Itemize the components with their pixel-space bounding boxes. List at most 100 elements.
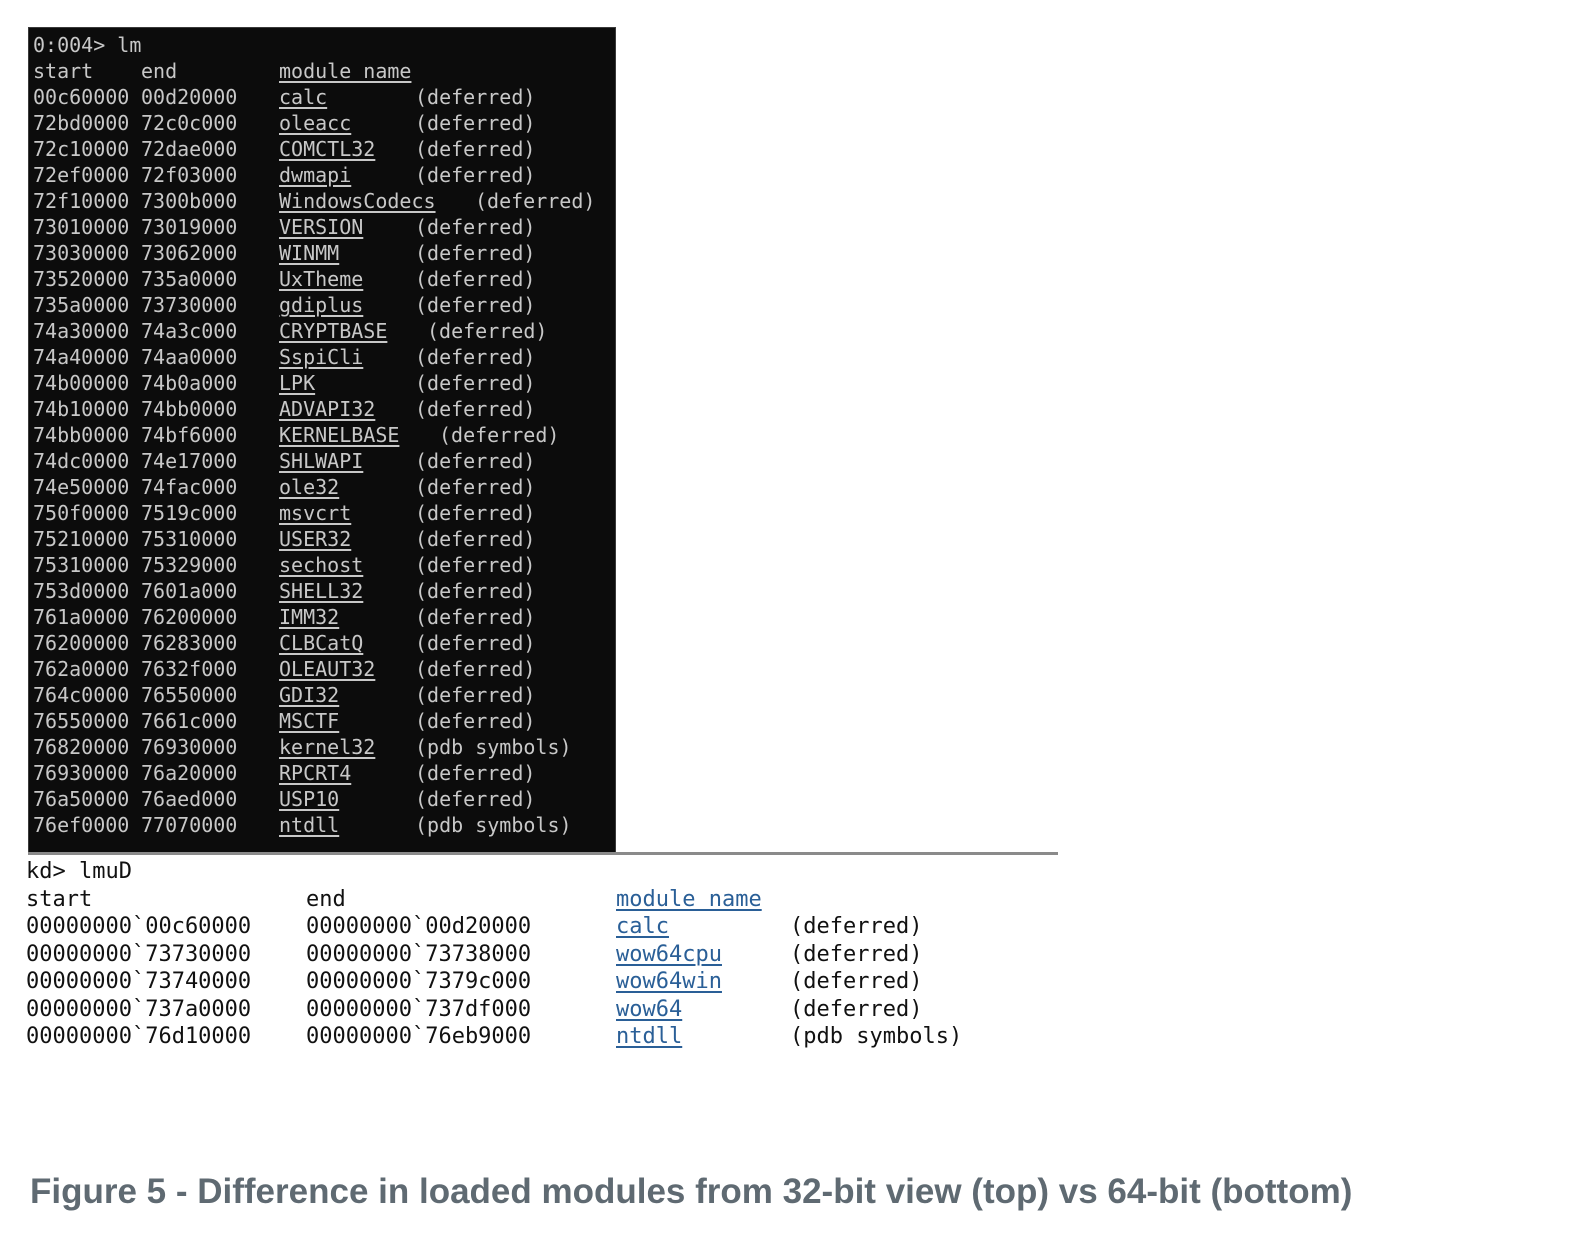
- module-link[interactable]: USER32: [279, 526, 351, 552]
- module-link[interactable]: oleacc: [279, 110, 351, 136]
- row-status: (deferred): [415, 605, 536, 629]
- console-prompt-line: 0:004> lm: [33, 32, 615, 58]
- row-end: 7601a000: [141, 579, 238, 603]
- module-link[interactable]: LPK: [279, 370, 315, 396]
- module-link[interactable]: sechost: [279, 552, 363, 578]
- row-start: 74b00000: [33, 371, 130, 395]
- kd-row-start: 00000000`00c60000: [26, 914, 252, 939]
- kd-module-link[interactable]: ntdll: [616, 1023, 682, 1051]
- row-status: (deferred): [427, 319, 548, 343]
- module-link[interactable]: UxTheme: [279, 266, 363, 292]
- module-row: 73520000 735a0000 UxTheme (deferred): [33, 266, 615, 292]
- module-link[interactable]: ADVAPI32: [279, 396, 375, 422]
- module-row: 74b00000 74b0a000 LPK (deferred): [33, 370, 615, 396]
- row-status: (deferred): [415, 449, 536, 473]
- console-prompt: 0:004> lm: [33, 33, 142, 57]
- row-status: (deferred): [415, 553, 536, 577]
- module-link[interactable]: SHLWAPI: [279, 448, 363, 474]
- module-link[interactable]: gdiplus: [279, 292, 363, 318]
- row-end: 74b0a000: [141, 371, 238, 395]
- console-32bit: 0:004> lm start end module name 00c60000…: [28, 27, 616, 853]
- module-row: 76ef0000 77070000 ntdll (pdb symbols): [33, 812, 615, 838]
- module-row: 76820000 76930000 kernel32 (pdb symbols): [33, 734, 615, 760]
- module-row: 72bd0000 72c0c000 oleacc (deferred): [33, 110, 615, 136]
- module-row: 76200000 76283000 CLBCatQ (deferred): [33, 630, 615, 656]
- module-link[interactable]: msvcrt: [279, 500, 351, 526]
- module-link[interactable]: COMCTL32: [279, 136, 375, 162]
- module-link[interactable]: ntdll: [279, 812, 339, 838]
- kd-module-link[interactable]: wow64cpu: [616, 941, 722, 969]
- row-end: 72c0c000: [141, 111, 238, 135]
- module-link[interactable]: kernel32: [279, 734, 375, 760]
- row-start: 762a0000: [33, 657, 130, 681]
- row-status: (deferred): [415, 293, 536, 317]
- row-status: (deferred): [415, 527, 536, 551]
- row-start: 735a0000: [33, 293, 130, 317]
- header-module-name-link[interactable]: module name: [279, 58, 411, 84]
- row-end: 72dae000: [141, 137, 238, 161]
- row-start: 72c10000: [33, 137, 130, 161]
- module-link[interactable]: OLEAUT32: [279, 656, 375, 682]
- row-start: 76ef0000: [33, 813, 130, 837]
- module-link[interactable]: GDI32: [279, 682, 339, 708]
- module-row: 76930000 76a20000 RPCRT4 (deferred): [33, 760, 615, 786]
- kd-header-start: start: [26, 886, 93, 912]
- header-start: start: [33, 59, 94, 83]
- module-link[interactable]: USP10: [279, 786, 339, 812]
- module-row: 76a50000 76aed000 USP10 (deferred): [33, 786, 615, 812]
- kd-module-link[interactable]: calc: [616, 913, 669, 941]
- kd-module-link[interactable]: wow64: [616, 996, 682, 1024]
- module-row: 73030000 73062000 WINMM (deferred): [33, 240, 615, 266]
- row-status: (pdb symbols): [415, 735, 572, 759]
- module-link[interactable]: IMM32: [279, 604, 339, 630]
- kd-prompt: kd> lmuD: [26, 859, 132, 884]
- module-row: 00c60000 00d20000 calc (deferred): [33, 84, 615, 110]
- kd-row-status: (deferred): [790, 941, 923, 967]
- console-header-row: start end module name: [33, 58, 615, 84]
- row-status: (deferred): [415, 111, 536, 135]
- module-link[interactable]: calc: [279, 84, 327, 110]
- module-link[interactable]: KERNELBASE: [279, 422, 399, 448]
- module-link[interactable]: dwmapi: [279, 162, 351, 188]
- row-start: 76550000: [33, 709, 130, 733]
- module-link[interactable]: VERSION: [279, 214, 363, 240]
- row-end: 75310000: [141, 527, 238, 551]
- module-link[interactable]: MSCTF: [279, 708, 339, 734]
- row-end: 72f03000: [141, 163, 238, 187]
- row-status: (deferred): [415, 137, 536, 161]
- row-end: 77070000: [141, 813, 238, 837]
- kd-header-row: start end module name: [26, 886, 1066, 914]
- row-end: 74aa0000: [141, 345, 238, 369]
- row-status: (deferred): [415, 163, 536, 187]
- row-start: 761a0000: [33, 605, 130, 629]
- module-row: 761a0000 76200000 IMM32 (deferred): [33, 604, 615, 630]
- row-end: 74bb0000: [141, 397, 238, 421]
- kd-module-link[interactable]: wow64win: [616, 968, 722, 996]
- module-link[interactable]: SspiCli: [279, 344, 363, 370]
- row-start: 753d0000: [33, 579, 130, 603]
- module-row: 74b10000 74bb0000 ADVAPI32 (deferred): [33, 396, 615, 422]
- kd-rows: 00000000`00c60000 00000000`00d20000 calc (d…: [26, 913, 1066, 1051]
- module-link[interactable]: WINMM: [279, 240, 339, 266]
- module-link[interactable]: WindowsCodecs: [279, 188, 436, 214]
- module-link[interactable]: ole32: [279, 474, 339, 500]
- module-row: 74e50000 74fac000 ole32 (deferred): [33, 474, 615, 500]
- module-link[interactable]: SHELL32: [279, 578, 363, 604]
- kd-prompt-line: kd> lmuD: [26, 858, 1066, 886]
- module-link[interactable]: CRYPTBASE: [279, 318, 387, 344]
- kd-row-status: (deferred): [790, 969, 923, 994]
- row-start: 76a50000: [33, 787, 130, 811]
- row-status: (deferred): [415, 683, 536, 707]
- row-status: (deferred): [415, 215, 536, 239]
- kd-header-module-name-link[interactable]: module name: [616, 886, 762, 914]
- module-link[interactable]: RPCRT4: [279, 760, 351, 786]
- row-status: (deferred): [475, 189, 596, 213]
- row-status: (deferred): [415, 501, 536, 525]
- module-row: 72ef0000 72f03000 dwmapi (deferred): [33, 162, 615, 188]
- row-start: 75210000: [33, 527, 130, 551]
- kd-module-row: 00000000`00c60000 00000000`00d20000 calc (d…: [26, 913, 1066, 941]
- row-start: 73010000: [33, 215, 130, 239]
- module-row: 750f0000 7519c000 msvcrt (deferred): [33, 500, 615, 526]
- module-link[interactable]: CLBCatQ: [279, 630, 363, 656]
- row-status: (deferred): [439, 423, 560, 447]
